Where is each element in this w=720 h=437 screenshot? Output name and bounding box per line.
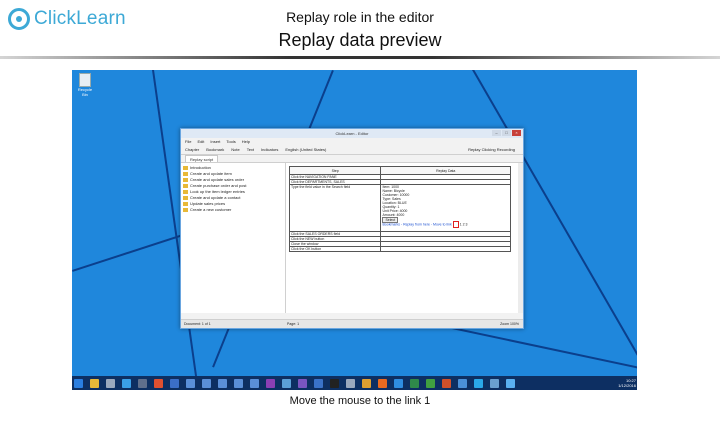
editor-body: Introduction Create and update item Crea… [181, 162, 523, 313]
app-6-icon[interactable] [490, 378, 499, 388]
store-icon[interactable] [122, 378, 131, 388]
zoom-control[interactable]: Zoom 100% [500, 320, 519, 328]
slide-caption: Move the mouse to the link 1 [289, 395, 431, 407]
replay-data-table: Step Replay Data Click the NAVIGATION PA… [288, 166, 511, 252]
app-1-icon[interactable] [138, 378, 147, 388]
chrome-icon[interactable] [362, 378, 371, 388]
skype-icon[interactable] [474, 378, 483, 388]
app-3-icon[interactable] [282, 378, 291, 388]
clock-date: 1/12/2016 [618, 383, 636, 388]
chart-icon[interactable] [234, 378, 243, 388]
toolbar: Chapter Bookmark Note Text Indicators En… [181, 145, 523, 155]
chart-icon[interactable] [202, 378, 211, 388]
pane-divider[interactable] [285, 163, 286, 313]
firefox-icon[interactable] [378, 378, 387, 388]
toolbar-bookmark-button[interactable]: Bookmark [206, 145, 224, 154]
language-select[interactable]: English (United States) [285, 145, 326, 154]
folder-icon [183, 166, 188, 170]
app-2-icon[interactable] [154, 378, 163, 388]
recycle-bin-icon [79, 73, 91, 87]
toolbar-note-button[interactable]: Note [231, 145, 239, 154]
onenote-icon[interactable] [266, 378, 275, 388]
chart-icon[interactable] [218, 378, 227, 388]
mouse-target-marker [452, 221, 459, 228]
replay-data-cell: Item: 1000 Name: Bicycle Customer: 10000… [380, 184, 511, 232]
close-button[interactable]: × [512, 130, 521, 136]
media-icon[interactable] [346, 378, 355, 388]
folder-icon [183, 172, 188, 176]
folder-icon [183, 202, 188, 206]
status-page: Page: 1 [287, 322, 300, 326]
column-header-step: Step [288, 166, 382, 175]
header-divider [0, 56, 720, 59]
menu-help[interactable]: Help [242, 138, 250, 145]
slide-title: Replay role in the editor [286, 9, 434, 25]
app-7-icon[interactable] [506, 378, 515, 388]
folder-icon [183, 208, 188, 212]
cmd-icon[interactable] [330, 378, 339, 388]
file-explorer-icon[interactable] [90, 378, 99, 388]
chart-icon[interactable] [250, 378, 259, 388]
chart-icon[interactable] [186, 378, 195, 388]
tree-item[interactable]: Create a new customer [183, 207, 283, 213]
vertical-scrollbar[interactable] [518, 163, 523, 313]
menu-file[interactable]: File [185, 138, 191, 145]
word-icon[interactable] [170, 378, 179, 388]
project-icon[interactable] [426, 378, 435, 388]
editor-window: ClickLearn - Editor – □ × File Edit Inse… [180, 128, 524, 329]
app-5-icon[interactable] [458, 378, 467, 388]
menu-tools[interactable]: Tools [226, 138, 235, 145]
recycle-bin-label: Recycle Bin [77, 87, 93, 97]
minimize-button[interactable]: – [492, 130, 501, 136]
menu-insert[interactable]: Insert [210, 138, 220, 145]
table-row[interactable]: Type the field value in the Search field… [288, 184, 511, 232]
ie-icon[interactable] [394, 378, 403, 388]
folder-icon [183, 190, 188, 194]
window-title: ClickLearn - Editor [335, 131, 369, 136]
powerpoint-icon[interactable] [442, 378, 451, 388]
maximize-button[interactable]: □ [502, 130, 511, 136]
table-row[interactable]: Click the OK button [288, 246, 511, 252]
toolbar-text-button[interactable]: Text [247, 145, 254, 154]
toolbar-indicators-button[interactable]: Indicators [261, 145, 278, 154]
app-4-icon[interactable] [314, 378, 323, 388]
folder-icon [183, 178, 188, 182]
sql-icon[interactable] [106, 378, 115, 388]
recycle-bin-shortcut[interactable]: Recycle Bin [77, 73, 93, 97]
desktop-screenshot: Recycle Bin ClickLearn - Editor – □ × Fi… [72, 70, 637, 390]
replay-recording-button[interactable]: Replay Clicking Recording [468, 145, 523, 154]
toolbar-chapter-button[interactable]: Chapter [185, 145, 199, 154]
taskbar: 10:27 1/12/2016 [72, 376, 637, 390]
chapter-tree: Introduction Create and update item Crea… [183, 165, 283, 213]
link-suffix[interactable]: 1 2 3 [460, 222, 468, 226]
menu-edit[interactable]: Edit [197, 138, 204, 145]
visual-studio-icon[interactable] [298, 378, 307, 388]
column-header-replay-data: Replay Data [380, 166, 511, 175]
replay-link[interactable]: Bookmarks - Replay from here - Move to l… [382, 222, 451, 226]
window-titlebar: ClickLearn - Editor – □ × [181, 129, 523, 138]
slide-subtitle: Replay data preview [278, 30, 442, 50]
status-document: Document: 1 of 1 [184, 322, 211, 326]
menu-bar: File Edit Insert Tools Help [181, 138, 523, 145]
folder-icon [183, 196, 188, 200]
taskbar-clock[interactable]: 10:27 1/12/2016 [618, 378, 636, 388]
status-bar: Document: 1 of 1 Page: 1 Zoom 100% [181, 319, 523, 328]
folder-icon [183, 184, 188, 188]
start-icon[interactable] [74, 378, 83, 388]
excel-icon[interactable] [410, 378, 419, 388]
